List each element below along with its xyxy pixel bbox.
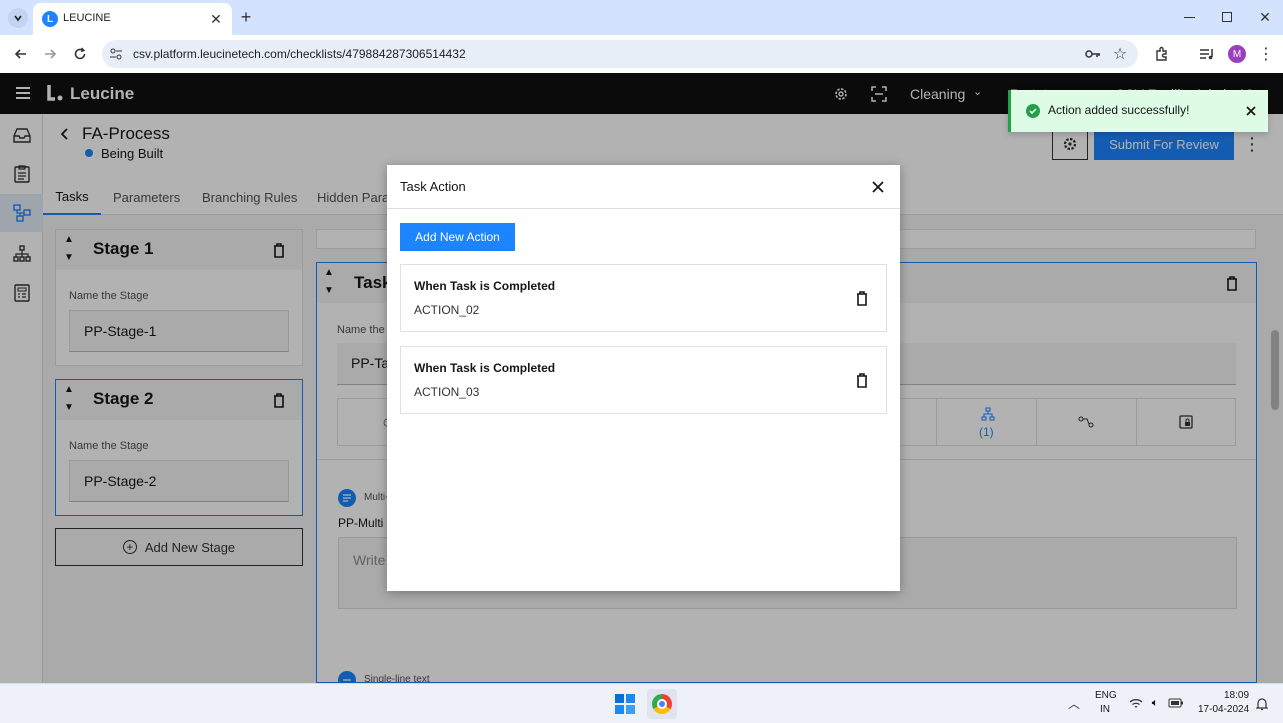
add-new-action-button[interactable]: Add New Action — [400, 223, 515, 251]
volume-icon[interactable]: 🔈︎ — [1148, 696, 1162, 710]
clock-time[interactable]: 18:09 — [1224, 690, 1249, 701]
site-favicon-icon: L — [42, 11, 58, 27]
language-region: IN — [1100, 704, 1110, 715]
delete-action-icon[interactable] — [853, 371, 871, 389]
action-trigger: When Task is Completed — [414, 361, 556, 375]
address-bar[interactable]: csv.platform.leucinetech.com/checklists/… — [102, 40, 1138, 68]
action-trigger: When Task is Completed — [414, 279, 556, 293]
browser-menu-icon[interactable]: ⋮ — [1258, 44, 1274, 64]
new-tab-icon[interactable]: + — [236, 7, 256, 27]
success-check-icon — [1026, 104, 1040, 118]
action-name: ACTION_02 — [414, 303, 480, 317]
extensions-icon[interactable] — [1152, 44, 1172, 64]
wifi-icon[interactable] — [1128, 696, 1144, 710]
close-window-icon[interactable]: ✕ — [1257, 9, 1273, 25]
site-info-icon[interactable] — [108, 46, 124, 62]
url-text: csv.platform.leucinetech.com/checklists/… — [133, 47, 466, 61]
tab-title: LEUCINE — [63, 12, 111, 24]
chrome-taskbar-icon[interactable] — [647, 689, 677, 719]
browser-tab[interactable]: L LEUCINE ✕ — [33, 3, 232, 35]
minimize-window-icon[interactable] — [1184, 17, 1195, 18]
tray-overflow-chevron-icon[interactable]: ︿ — [1068, 695, 1080, 712]
close-modal-icon[interactable] — [869, 178, 887, 196]
notification-bell-icon[interactable] — [1255, 696, 1269, 712]
close-tab-icon[interactable]: ✕ — [208, 11, 224, 27]
delete-action-icon[interactable] — [853, 289, 871, 307]
profile-avatar[interactable]: M — [1228, 45, 1246, 63]
success-toast: Action added successfully! — [1008, 90, 1268, 132]
action-name: ACTION_03 — [414, 385, 480, 399]
modal-header: Task Action — [387, 165, 900, 209]
browser-toolbar: csv.platform.leucinetech.com/checklists/… — [0, 35, 1283, 73]
windows-start-icon[interactable] — [615, 694, 635, 714]
clock-date[interactable]: 17-04-2024 — [1198, 704, 1249, 715]
os-taskbar: ︿ ENG IN 🔈︎ 18:09 17-04-2024 — [0, 683, 1283, 723]
restore-window-icon[interactable] — [1222, 12, 1232, 22]
forward-icon[interactable] — [40, 44, 60, 64]
media-queue-icon[interactable] — [1197, 44, 1217, 64]
bookmark-star-icon[interactable]: ☆ — [1110, 44, 1130, 64]
language-indicator[interactable]: ENG — [1095, 690, 1117, 701]
action-card[interactable]: When Task is Completed ACTION_02 — [400, 264, 887, 332]
reload-icon[interactable] — [70, 44, 90, 64]
close-toast-icon[interactable] — [1243, 103, 1259, 119]
modal-title: Task Action — [400, 179, 466, 194]
password-key-icon[interactable] — [1084, 45, 1102, 63]
toast-message: Action added successfully! — [1048, 103, 1190, 117]
action-card[interactable]: When Task is Completed ACTION_03 — [400, 346, 887, 414]
tab-list-dropdown-icon[interactable] — [8, 8, 28, 28]
task-action-modal: Task Action Add New Action When Task is … — [387, 165, 900, 591]
browser-tabstrip: L LEUCINE ✕ + ✕ — [0, 0, 1283, 35]
back-icon[interactable] — [11, 44, 31, 64]
battery-icon[interactable] — [1168, 697, 1184, 709]
